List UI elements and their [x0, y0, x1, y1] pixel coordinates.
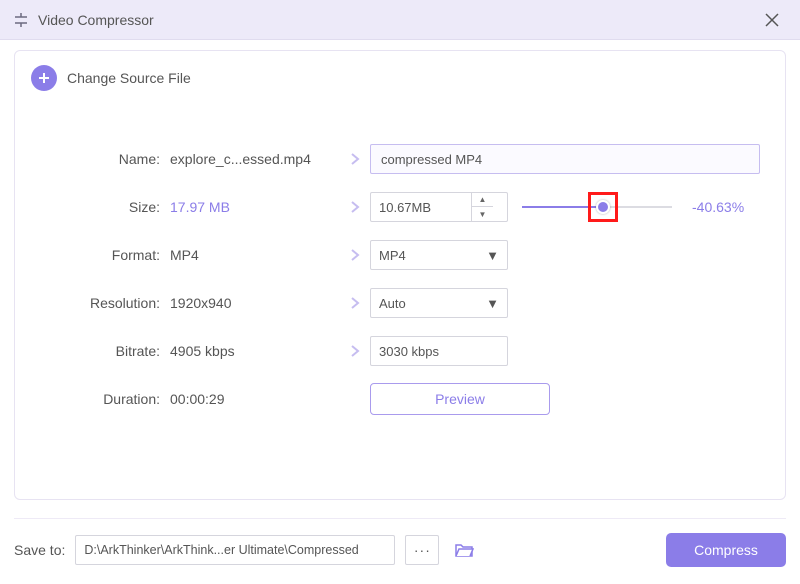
caret-down-icon: ▼ [486, 296, 499, 311]
bitrate-input[interactable] [370, 336, 508, 366]
format-select[interactable]: MP4 ▼ [370, 240, 508, 270]
value-bitrate: 4905 kbps [170, 343, 340, 359]
add-file-button[interactable] [31, 65, 57, 91]
size-spinner[interactable]: ▲ ▼ [370, 192, 508, 222]
label-name: Name: [35, 151, 170, 167]
row-format: Format: MP4 MP4 ▼ [35, 231, 765, 279]
footer: Save to: ··· Compress [14, 518, 786, 566]
resolution-select-value: Auto [379, 296, 406, 311]
value-resolution: 1920x940 [170, 295, 340, 311]
value-format: MP4 [170, 247, 340, 263]
size-step-up[interactable]: ▲ [472, 193, 493, 207]
titlebar: Video Compressor [0, 0, 800, 40]
value-duration: 00:00:29 [170, 391, 340, 407]
resolution-select[interactable]: Auto ▼ [370, 288, 508, 318]
label-size: Size: [35, 199, 170, 215]
format-select-value: MP4 [379, 248, 406, 263]
name-input[interactable] [370, 144, 760, 174]
change-source-row: Change Source File [15, 51, 785, 105]
size-input[interactable] [371, 200, 471, 215]
save-path-input[interactable] [75, 535, 395, 565]
value-name: explore_c...essed.mp4 [170, 151, 340, 167]
row-size: Size: 17.97 MB ▲ ▼ [35, 183, 765, 231]
open-folder-button[interactable] [449, 535, 479, 565]
browse-button[interactable]: ··· [405, 535, 439, 565]
label-resolution: Resolution: [35, 295, 170, 311]
chevron-right-icon [340, 152, 370, 166]
form: Name: explore_c...essed.mp4 Size: 17.97 … [15, 105, 785, 423]
save-to-label: Save to: [14, 542, 65, 558]
app-window: Video Compressor Change Source File Name… [0, 0, 800, 584]
slider-thumb[interactable] [596, 200, 610, 214]
label-format: Format: [35, 247, 170, 263]
size-step-down[interactable]: ▼ [472, 207, 493, 221]
preview-button[interactable]: Preview [370, 383, 550, 415]
caret-down-icon: ▼ [486, 248, 499, 263]
row-name: Name: explore_c...essed.mp4 [35, 135, 765, 183]
chevron-right-icon [340, 344, 370, 358]
window-title: Video Compressor [38, 12, 756, 28]
compress-button[interactable]: Compress [666, 533, 786, 567]
compression-percent: -40.63% [692, 199, 762, 215]
size-slider-wrap: -40.63% [522, 197, 765, 217]
row-bitrate: Bitrate: 4905 kbps [35, 327, 765, 375]
label-bitrate: Bitrate: [35, 343, 170, 359]
label-duration: Duration: [35, 391, 170, 407]
chevron-right-icon [340, 248, 370, 262]
close-button[interactable] [756, 4, 788, 36]
row-resolution: Resolution: 1920x940 Auto ▼ [35, 279, 765, 327]
chevron-right-icon [340, 296, 370, 310]
app-icon [12, 11, 30, 29]
value-size: 17.97 MB [170, 199, 340, 215]
main-panel: Change Source File Name: explore_c...ess… [14, 50, 786, 500]
row-duration: Duration: 00:00:29 Preview [35, 375, 765, 423]
chevron-right-icon [340, 200, 370, 214]
change-source-label: Change Source File [67, 70, 191, 86]
size-slider[interactable] [522, 197, 672, 217]
